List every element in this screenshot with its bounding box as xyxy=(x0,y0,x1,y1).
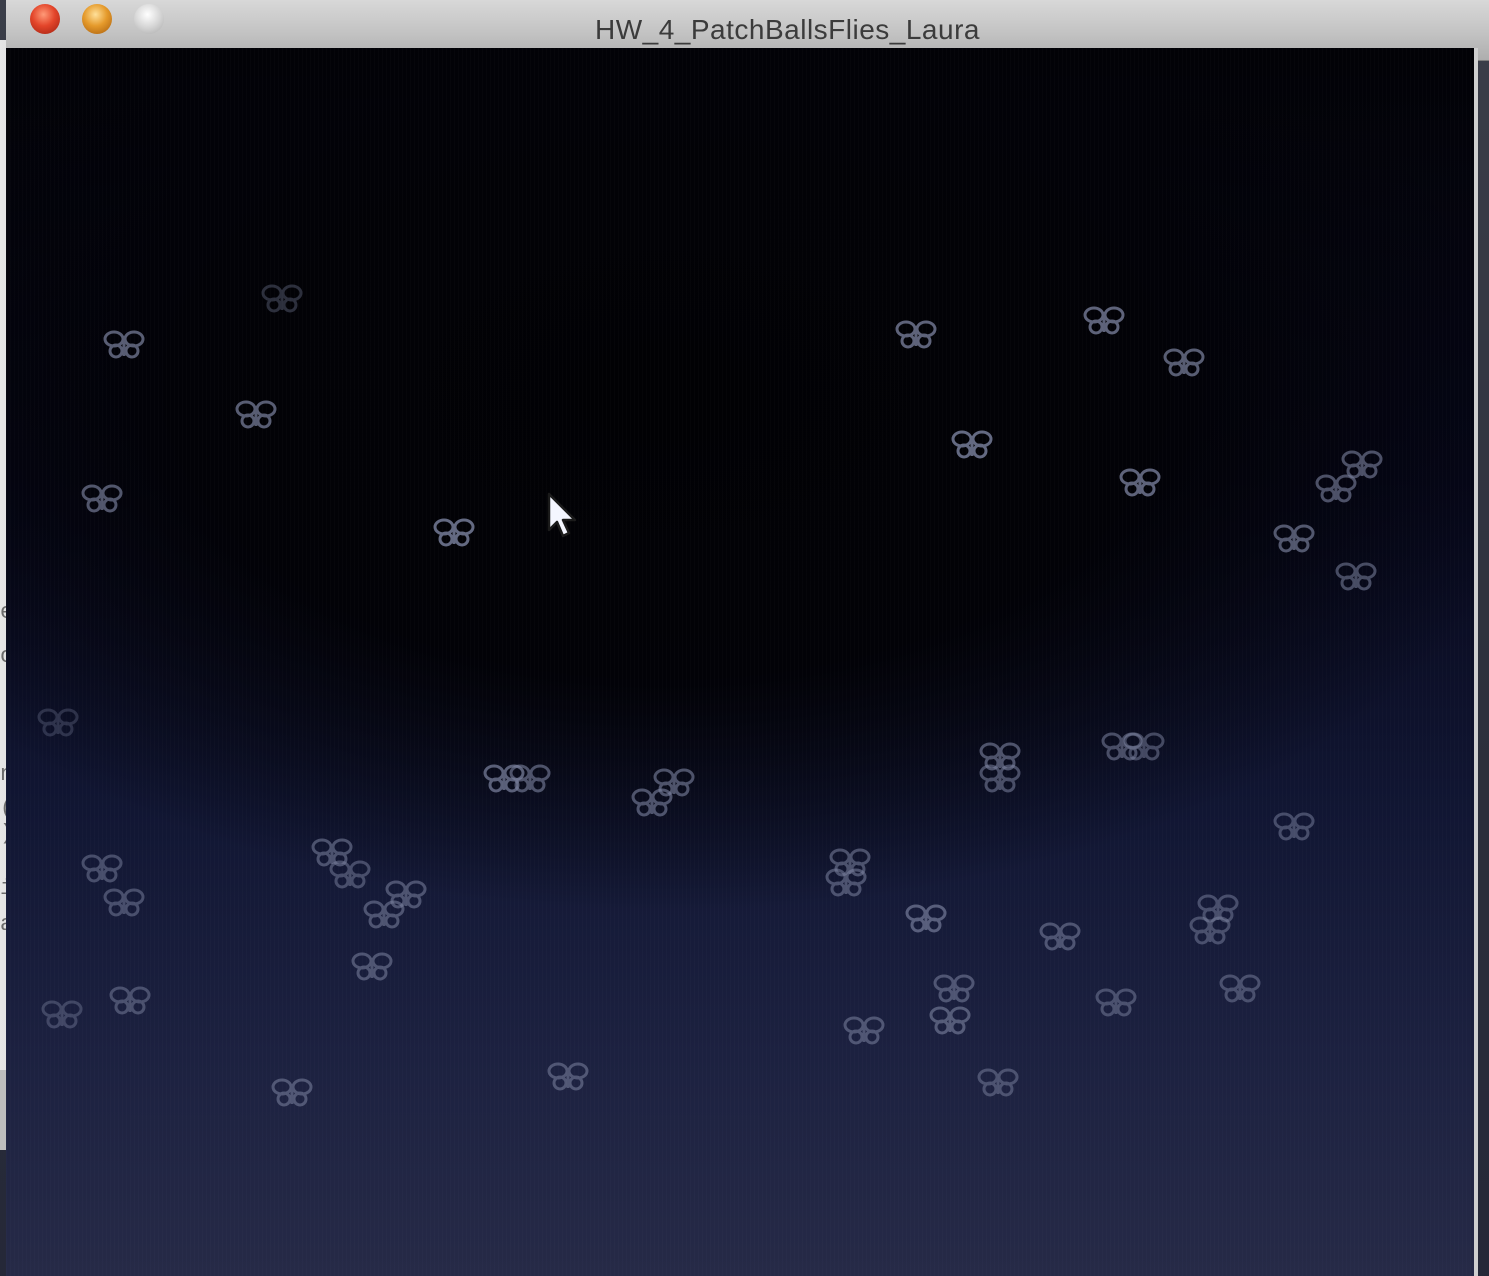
butterfly-icon xyxy=(109,986,151,1015)
butterfly-icon xyxy=(631,788,673,817)
butterfly-icon xyxy=(843,1016,885,1045)
butterfly-icon xyxy=(933,974,975,1003)
sketch-window: HW_4_PatchBallsFlies_Laura xyxy=(6,0,1489,1276)
butterfly-icon xyxy=(825,868,867,897)
butterfly-icon xyxy=(1189,916,1231,945)
butterfly-icon xyxy=(81,854,123,883)
butterfly-icon xyxy=(351,952,393,981)
butterfly-icon xyxy=(509,764,551,793)
butterfly-icon xyxy=(1335,562,1377,591)
butterfly-icon xyxy=(103,330,145,359)
arrow-cursor-icon xyxy=(547,492,577,538)
butterfly-icon xyxy=(235,400,277,429)
butterfly-icon xyxy=(905,904,947,933)
butterfly-icon xyxy=(363,900,405,929)
butterfly-icon xyxy=(103,888,145,917)
butterfly-icon xyxy=(271,1078,313,1107)
butterfly-icon xyxy=(261,284,303,313)
butterfly-icon xyxy=(1163,348,1205,377)
butterfly-icon xyxy=(979,764,1021,793)
butterfly-icon xyxy=(1083,306,1125,335)
butterfly-icon xyxy=(81,484,123,513)
butterfly-icon xyxy=(929,1006,971,1035)
butterfly-icon xyxy=(1095,988,1137,1017)
butterfly-icon xyxy=(433,518,475,547)
butterfly-icon xyxy=(1219,974,1261,1003)
sketch-canvas[interactable] xyxy=(6,48,1478,1276)
butterfly-icon xyxy=(41,1000,83,1029)
butterfly-icon xyxy=(977,1068,1019,1097)
butterfly-icon xyxy=(1273,812,1315,841)
butterfly-icon xyxy=(1315,474,1357,503)
butterfly-icon xyxy=(1273,524,1315,553)
window-title: HW_4_PatchBallsFlies_Laura xyxy=(595,14,980,45)
butterfly-icon xyxy=(547,1062,589,1091)
butterfly-icon xyxy=(1123,732,1165,761)
butterfly-icon xyxy=(329,860,371,889)
butterfly-icon xyxy=(1119,468,1161,497)
butterfly-icon xyxy=(1039,922,1081,951)
butterfly-icon xyxy=(895,320,937,349)
butterfly-icon xyxy=(37,708,79,737)
butterfly-icon xyxy=(951,430,993,459)
